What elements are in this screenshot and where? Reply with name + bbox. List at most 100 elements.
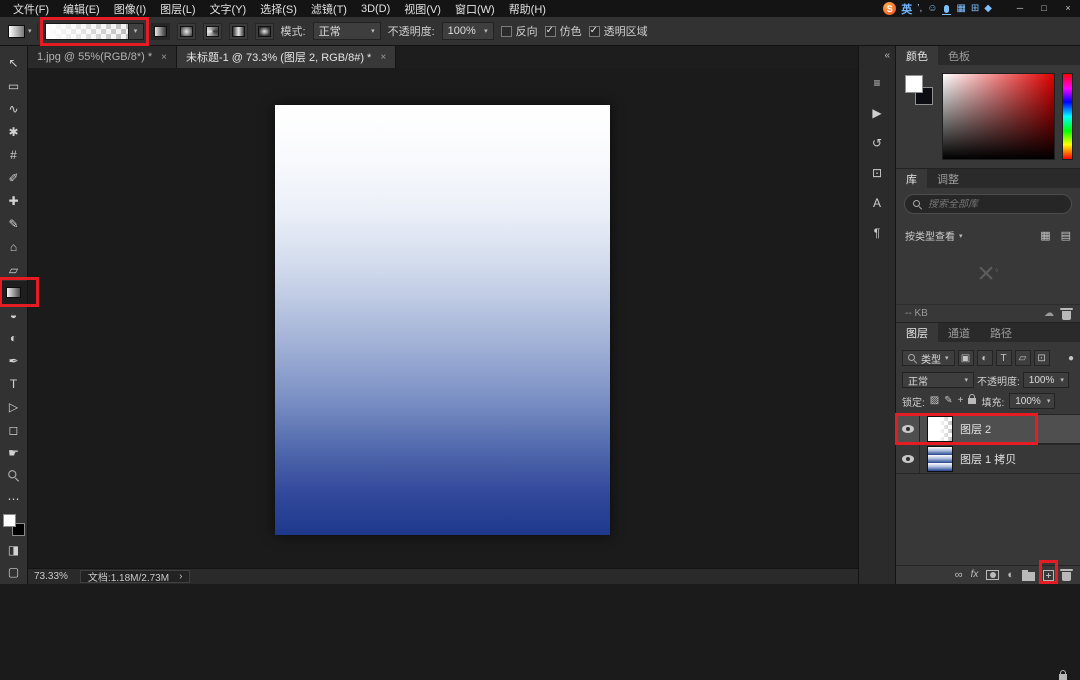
menu-file[interactable]: 文件(F) — [6, 0, 56, 18]
reverse-checkbox[interactable]: 反向 — [501, 23, 538, 39]
radial-gradient-button[interactable] — [177, 23, 196, 40]
layer-thumbnail[interactable] — [927, 416, 953, 442]
gradient-tool[interactable] — [1, 281, 27, 304]
move-tool[interactable]: ↖ — [1, 52, 27, 75]
shape-tool[interactable]: ◻ — [1, 419, 27, 442]
document-tab-1jpg[interactable]: 1.jpg @ 55%(RGB/8*) * × — [28, 46, 177, 68]
layer-row-layer-1-copy[interactable]: 图层 1 拷贝 — [896, 444, 1080, 474]
tab-swatches[interactable]: 色板 — [938, 46, 980, 65]
menu-3d[interactable]: 3D(D) — [354, 2, 397, 16]
opacity-select[interactable]: 100%▾ — [442, 22, 494, 40]
maximize-button[interactable]: □ — [1032, 0, 1056, 17]
layer-opacity-select[interactable]: 100% ▾ — [1023, 372, 1069, 388]
layer-visibility-toggle[interactable] — [896, 415, 920, 443]
zoom-level-field[interactable]: 73.33% — [34, 571, 68, 582]
tool-preset-picker[interactable]: ▾ — [6, 23, 38, 40]
lock-all-icon[interactable] — [968, 398, 976, 404]
quick-selection-tool[interactable]: ✱ — [1, 121, 27, 144]
tab-layers[interactable]: 图层 — [896, 323, 938, 342]
close-button[interactable]: × — [1056, 0, 1080, 17]
menu-edit[interactable]: 编辑(E) — [56, 0, 107, 18]
blend-mode-select[interactable]: 正常▾ — [313, 22, 381, 40]
document-gradient-image[interactable] — [275, 105, 610, 535]
list-view-icon[interactable]: ▤ — [1061, 229, 1071, 242]
sogou-logo-icon[interactable]: S — [883, 2, 896, 15]
mic-icon[interactable] — [944, 5, 949, 13]
tab-adjustments[interactable]: 调整 — [927, 169, 969, 188]
dither-checkbox-box[interactable] — [545, 26, 556, 37]
smiley-icon[interactable]: ☺ — [927, 4, 937, 14]
type-filter-icon[interactable]: T — [996, 350, 1012, 366]
keyboard-icon[interactable]: ▦ — [956, 4, 965, 14]
minimize-button[interactable]: ─ — [1008, 0, 1032, 17]
hue-slider[interactable] — [1062, 73, 1073, 160]
hand-tool[interactable]: ☛ — [1, 441, 27, 464]
grid-view-icon[interactable]: ▦ — [1040, 229, 1050, 242]
delete-library-item-icon[interactable] — [1062, 311, 1071, 320]
tab-color[interactable]: 颜色 — [896, 46, 938, 65]
new-layer-button[interactable] — [1043, 570, 1054, 581]
history-panel-icon[interactable]: ↺ — [865, 132, 889, 153]
document-size-field[interactable]: 文档:1.18M/2.73M › — [80, 570, 191, 583]
paragraph-panel-icon[interactable]: ¶ — [865, 222, 889, 243]
eraser-tool[interactable]: ▱ — [1, 258, 27, 281]
menu-type[interactable]: 文字(Y) — [203, 0, 254, 18]
view-by-type-dropdown[interactable]: 按类型查看 — [905, 228, 955, 243]
filter-toggle-icon[interactable]: ● — [1068, 353, 1074, 364]
foreground-background-colors[interactable] — [3, 514, 25, 536]
close-icon[interactable]: × — [161, 52, 167, 63]
type-tool[interactable]: T — [1, 373, 27, 396]
input-lang-indicator[interactable]: 英 — [901, 1, 912, 17]
adjustment-filter-icon[interactable]: ◐ — [977, 350, 993, 366]
blur-tool[interactable]: ◒ — [1, 304, 27, 327]
menu-view[interactable]: 视图(V) — [397, 0, 448, 18]
tab-libraries[interactable]: 库 — [896, 169, 927, 188]
new-adjustment-layer-button[interactable]: ◐ — [1007, 570, 1014, 581]
gradient-preview-swatch[interactable] — [45, 23, 129, 40]
path-selection-tool[interactable]: ▷ — [1, 396, 27, 419]
search-input[interactable] — [928, 199, 1063, 210]
menu-image[interactable]: 图像(I) — [107, 0, 153, 18]
expand-panels-button[interactable]: « — [884, 50, 890, 61]
menu-layer[interactable]: 图层(L) — [153, 0, 202, 18]
menu-select[interactable]: 选择(S) — [253, 0, 304, 18]
lasso-tool[interactable]: ∿ — [1, 98, 27, 121]
menu-help[interactable]: 帮助(H) — [502, 0, 553, 18]
toolbox-icon[interactable]: ⊞ — [971, 4, 979, 14]
link-layers-button[interactable]: ∞ — [955, 570, 963, 581]
dodge-tool[interactable]: ◐ — [1, 327, 27, 350]
pen-tool[interactable]: ✒ — [1, 350, 27, 373]
marquee-tool[interactable]: ▭ — [1, 75, 27, 98]
transparency-checkbox[interactable]: 透明区域 — [589, 23, 648, 39]
new-group-button[interactable] — [1022, 572, 1035, 581]
lock-position-icon[interactable]: + — [958, 396, 964, 406]
saturation-brightness-field[interactable] — [942, 73, 1055, 160]
layer-name[interactable]: 图层 2 — [960, 421, 991, 437]
character-panel-icon[interactable]: A — [865, 192, 889, 213]
reflected-gradient-button[interactable] — [229, 23, 248, 40]
layer-visibility-toggle[interactable] — [896, 445, 920, 473]
dither-checkbox[interactable]: 仿色 — [545, 23, 582, 39]
chevron-right-icon[interactable]: › — [179, 571, 182, 582]
layer-name[interactable]: 图层 1 拷贝 — [960, 451, 1016, 467]
transparency-checkbox-box[interactable] — [589, 26, 600, 37]
actions-panel-icon[interactable]: ▶ — [865, 102, 889, 123]
layer-thumbnail[interactable] — [927, 446, 953, 472]
layer-filter-type-select[interactable]: 类型 ▾ — [902, 350, 955, 366]
angle-gradient-button[interactable] — [203, 23, 222, 40]
diamond-gradient-button[interactable] — [255, 23, 274, 40]
edit-toolbar-button[interactable]: ⋯ — [1, 487, 27, 510]
lock-pixels-icon[interactable]: ✎ — [944, 396, 952, 406]
document-tab-untitled1[interactable]: 未标题-1 @ 73.3% (图层 2, RGB/8#) * × — [177, 46, 396, 68]
color-panel-fg-bg[interactable] — [903, 73, 935, 160]
shape-filter-icon[interactable]: ▱ — [1015, 350, 1031, 366]
punctuation-indicator[interactable]: ’, — [917, 3, 922, 14]
quick-mask-button[interactable]: ◨ — [1, 538, 27, 561]
gradient-picker-open-button[interactable]: ▾ — [129, 23, 144, 40]
foreground-color-swatch[interactable] — [905, 75, 923, 93]
foreground-color-swatch[interactable] — [3, 514, 16, 527]
smart-object-filter-icon[interactable]: ⊡ — [1034, 350, 1050, 366]
healing-brush-tool[interactable]: ✚ — [1, 189, 27, 212]
tab-channels[interactable]: 通道 — [938, 323, 980, 342]
eyedropper-tool[interactable]: ✐ — [1, 167, 27, 190]
